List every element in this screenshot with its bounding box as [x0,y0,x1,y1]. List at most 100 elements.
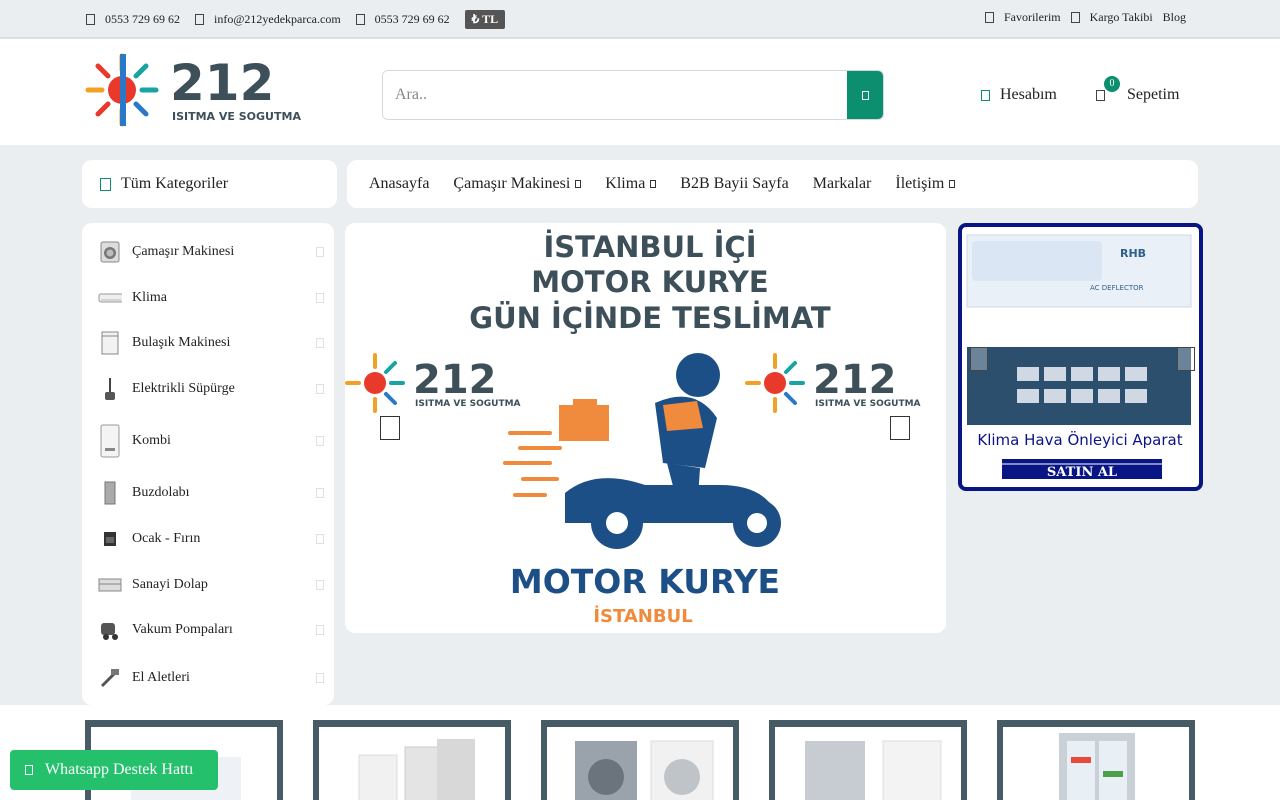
vacuum-pump-icon [98,618,122,642]
vacuum-cleaner-icon [98,377,122,401]
email-link[interactable]: info@212yedekparca.com [195,12,341,27]
sidebar-item-air-conditioner[interactable]: Klima [82,275,334,321]
menu-item-air-conditioner[interactable]: Klima [605,175,657,193]
sidebar-item-oven[interactable]: Ocak - Fırın [82,516,334,562]
user-icon [981,89,990,101]
chevron-right-icon [316,384,324,395]
boiler-image [358,739,475,800]
menu-item-b2b[interactable]: B2B Bayii Sayfa [680,175,788,193]
favorites-link[interactable]: Favorilerim [984,10,1061,25]
whatsapp-icon [355,14,365,25]
sidebar-item-industrial-fridge[interactable]: Sanayi Dolap [82,562,334,608]
phone-link-2[interactable]: 0553 729 69 62 [355,12,450,27]
chevron-right-icon [316,436,324,447]
chevron-right-icon [316,488,324,499]
chevron-down-icon [949,180,956,188]
phone-icon [86,14,95,25]
sidebar-item-vacuum-cleaner[interactable]: Elektrikli Süpürge [82,366,334,412]
all-categories-button[interactable]: Tüm Kategoriler [82,160,337,208]
menu-icon [100,177,111,191]
top-links: Favorilerim Kargo Takibi Blog [984,10,1186,25]
blog-link[interactable]: Blog [1163,10,1186,25]
chevron-right-icon [316,246,324,257]
search-button[interactable] [847,71,883,119]
svg-text:AC DEFLECTOR: AC DEFLECTOR [1090,284,1144,292]
category-card[interactable] [769,720,967,800]
search-bar [382,70,884,120]
whatsapp-support-button[interactable]: Whatsapp Destek Hattı [10,750,218,790]
fridge-icon [98,481,122,505]
svg-text:MOTOR KURYE: MOTOR KURYE [531,265,768,299]
svg-text:ISITMA VE SOGUTMA: ISITMA VE SOGUTMA [815,399,921,409]
truck-icon [1070,12,1080,23]
mail-icon [195,14,204,25]
currency-selector[interactable]: ₺ TL [464,10,506,29]
promo-prev-button[interactable] [970,347,988,371]
oven-icon [98,527,122,551]
sidebar-item-boiler[interactable]: Kombi [82,412,334,470]
svg-text:212: 212 [813,357,897,403]
sidebar-item-hand-tools[interactable]: El Aletleri [82,653,334,703]
svg-text:ISITMA VE SOGUTMA: ISITMA VE SOGUTMA [172,110,301,123]
courier-banner-image: İSTANBUL İÇİ MOTOR KURYE GÜN İÇİNDE TESL… [345,230,921,627]
phone-link[interactable]: 0553 729 69 62 [86,12,180,27]
cart-link[interactable]: 0 Sepetim [1096,76,1179,104]
site-logo[interactable]: 212 ISITMA VE SOGUTMA [82,50,322,132]
washing-machine-icon [98,240,122,264]
chevron-right-icon [316,579,324,590]
dishwasher-icon [98,331,122,355]
svg-text:ISITMA VE SOGUTMA: ISITMA VE SOGUTMA [415,399,521,409]
menu-item-washing-machine[interactable]: Çamaşır Makinesi [453,175,582,193]
slider-prev-button[interactable] [380,416,400,440]
heart-icon [984,12,994,23]
chevron-right-icon [316,625,324,636]
menu-item-home[interactable]: Anasayfa [369,175,429,193]
main-menu: Anasayfa Çamaşır Makinesi Klima B2B Bayi… [347,160,1198,208]
sidebar-item-washing-machine[interactable]: Çamaşır Makinesi [82,229,334,275]
hero-slider[interactable]: İSTANBUL İÇİ MOTOR KURYE GÜN İÇİNDE TESL… [345,223,946,633]
promo-banner[interactable]: RHB AC DEFLECTOR Klima Hava Önleyici Apa… [958,223,1203,491]
svg-text:İSTANBUL: İSTANBUL [593,605,692,627]
whatsapp-icon [25,765,33,775]
sidebar-item-vacuum-pump[interactable]: Vakum Pompaları [82,608,334,654]
air-conditioner-icon [98,286,122,310]
search-icon [861,90,869,100]
chevron-right-icon [316,673,324,684]
sidebar-item-fridge[interactable]: Buzdolabı [82,470,334,516]
top-bar: 0553 729 69 62 info@212yedekparca.com 05… [0,0,1280,38]
account-link[interactable]: Hesabım [981,86,1057,104]
dishwasher-image [805,740,942,800]
svg-text:Klima Hava Önleyici Aparat: Klima Hava Önleyici Aparat [977,430,1182,449]
chevron-down-icon [575,180,582,188]
svg-text:SATIN AL: SATIN AL [1047,465,1117,480]
menu-item-contact[interactable]: İletişim [895,175,956,193]
svg-text:GÜN İÇİNDE TESLİMAT: GÜN İÇİNDE TESLİMAT [469,301,831,335]
promo-next-button[interactable] [1177,347,1195,371]
category-card[interactable] [997,720,1195,800]
svg-text:MOTOR KURYE: MOTOR KURYE [510,562,780,601]
hand-tools-icon [98,666,122,690]
category-sidebar: Çamaşır Makinesi Klima Bulaşık Makinesi … [82,223,334,705]
svg-text:İSTANBUL İÇİ: İSTANBUL İÇİ [543,230,756,264]
svg-text:212: 212 [170,54,274,112]
cart-icon [1096,89,1105,101]
chevron-right-icon [316,338,324,349]
logo-icon: 212 ISITMA VE SOGUTMA [85,53,301,127]
category-card[interactable] [313,720,511,800]
chevron-down-icon [650,180,657,188]
boiler-icon [98,423,122,459]
industrial-fridge-icon [98,573,122,597]
category-card[interactable] [541,720,739,800]
cargo-tracking-link[interactable]: Kargo Takibi [1070,10,1153,25]
contact-info: 0553 729 69 62 info@212yedekparca.com 05… [86,10,506,29]
menu-item-brands[interactable]: Markalar [813,175,872,193]
cart-count-badge: 0 [1104,76,1120,92]
fridge-image [1059,733,1135,800]
header: 212 ISITMA VE SOGUTMA Hesabım 0 Sepetim [0,39,1280,145]
search-input[interactable] [383,71,847,119]
washing-machine-image [575,740,714,800]
sidebar-item-dishwasher[interactable]: Bulaşık Makinesi [82,321,334,367]
slider-next-button[interactable] [890,416,910,440]
svg-text:212: 212 [413,357,497,403]
chevron-right-icon [316,533,324,544]
